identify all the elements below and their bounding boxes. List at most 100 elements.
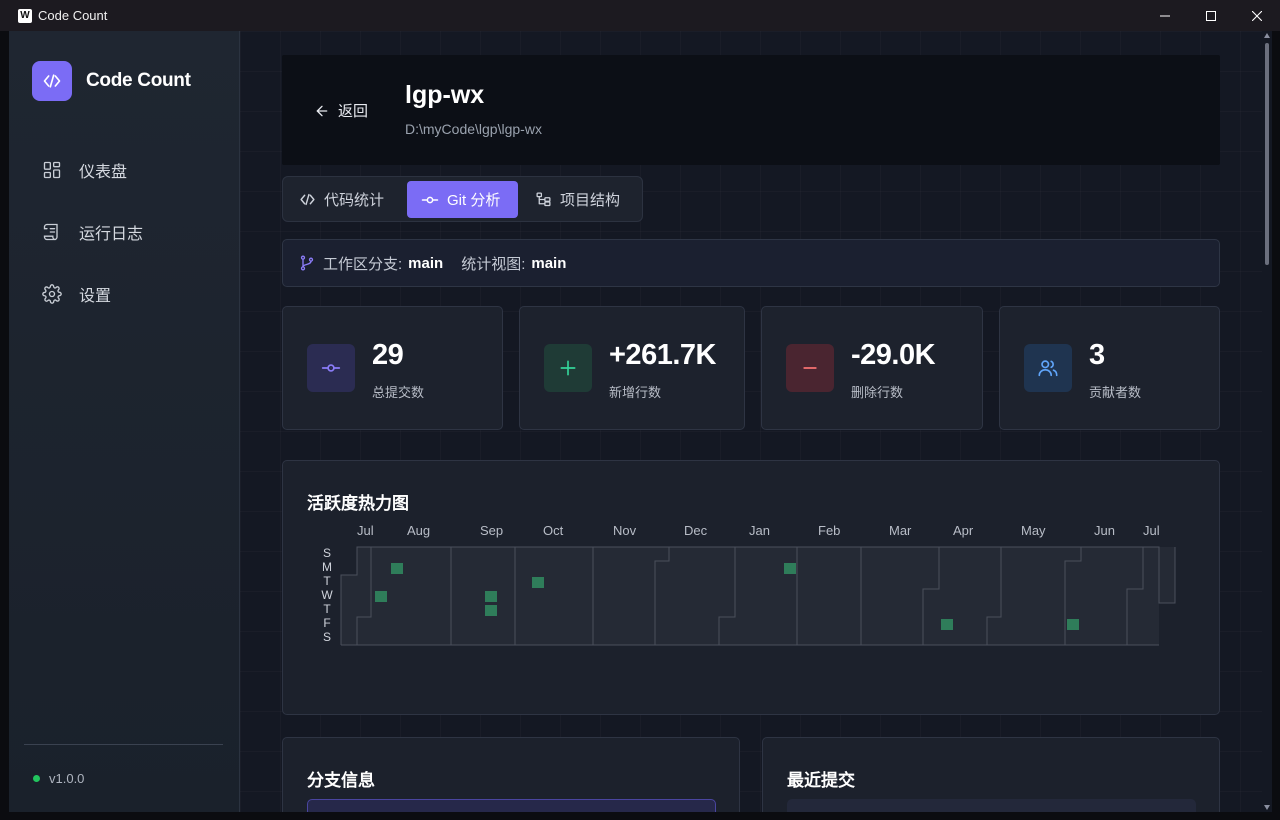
tab-project-structure[interactable]: 项目结构 [535, 181, 640, 218]
weekday-label: W [321, 588, 333, 602]
project-name: lgp-wx [405, 81, 485, 109]
tab-label: Git 分析 [447, 192, 501, 209]
activity-cell[interactable] [375, 591, 387, 602]
weekday-label: S [323, 630, 331, 644]
stat-label: 总提交数 [372, 385, 425, 400]
minus-icon [786, 344, 834, 392]
minimize-button[interactable] [1142, 0, 1188, 31]
weekday-label: M [322, 560, 332, 574]
gear-icon [42, 284, 62, 304]
stat-card-deleted-lines: -29.0K 删除行数 [761, 306, 983, 430]
window-border-bottom [0, 812, 1280, 820]
tab-label: 代码统计 [324, 192, 385, 209]
month-label: Dec [684, 523, 708, 538]
activity-heatmap: 活跃度热力图 Jul Aug Sep Oct Nov Dec Jan Feb M… [282, 460, 1220, 715]
maximize-icon [1206, 10, 1216, 21]
view-branch-label: 统计视图: [461, 255, 526, 273]
git-commit-icon [421, 196, 439, 203]
back-button[interactable]: 返回 [314, 100, 368, 121]
heatmap-grid-bg [341, 547, 1175, 645]
scroll-icon [43, 223, 58, 241]
heatmap-empty-area [341, 547, 357, 575]
weekday-label: F [323, 616, 330, 630]
window-border-right [1272, 31, 1280, 812]
stat-label: 新增行数 [609, 385, 662, 400]
month-label: Jan [749, 523, 770, 538]
window-title: Code Count [38, 8, 108, 23]
back-label: 返回 [338, 103, 369, 120]
sidebar: Code Count 仪表盘 运行日志 设置 v1.0.0 [9, 31, 240, 812]
stat-label: 删除行数 [851, 385, 904, 400]
stat-value: 3 [1089, 339, 1105, 371]
branch-list-item[interactable] [307, 799, 716, 812]
window-border-left [0, 31, 9, 812]
activity-cell[interactable] [1067, 619, 1079, 630]
commit-list-item[interactable] [787, 799, 1196, 812]
activity-cell[interactable] [532, 577, 544, 588]
stat-value: -29.0K [851, 339, 936, 371]
tree-icon [536, 192, 551, 207]
activity-cell[interactable] [391, 563, 403, 574]
month-label: Jul [357, 523, 374, 538]
month-label: Nov [613, 523, 637, 538]
project-path: D:\myCode\lgp\lgp-wx [405, 121, 542, 137]
recent-commits-title: 最近提交 [787, 771, 855, 790]
month-label: Sep [480, 523, 503, 538]
main-scrollbar[interactable] [1262, 31, 1272, 812]
sidebar-item-settings[interactable]: 设置 [42, 282, 111, 306]
branches-card: 分支信息 [282, 737, 740, 812]
close-icon [1252, 10, 1262, 21]
scroll-down-arrow-icon[interactable] [1264, 805, 1270, 810]
sidebar-item-label: 运行日志 [79, 226, 144, 243]
brand: Code Count [32, 61, 191, 101]
activity-cell[interactable] [784, 563, 796, 574]
month-label: Apr [953, 523, 974, 538]
stat-card-commits: 29 总提交数 [282, 306, 503, 430]
tab-label: 项目结构 [560, 192, 621, 209]
main-content: 返回 lgp-wx D:\myCode\lgp\lgp-wx 代码统计 Git … [240, 31, 1262, 812]
tab-git-analysis[interactable]: Git 分析 [407, 181, 518, 218]
workspace-branch-label: 工作区分支: [323, 255, 403, 273]
close-button[interactable] [1234, 0, 1280, 31]
git-commit-icon [307, 344, 355, 392]
stat-card-contributors: 3 贡献者数 [999, 306, 1220, 430]
minimize-icon [1160, 15, 1170, 16]
git-branch-icon [300, 255, 314, 271]
sidebar-item-logs[interactable]: 运行日志 [42, 220, 143, 244]
month-label: Oct [543, 523, 564, 538]
dashboard-icon [43, 161, 61, 179]
users-icon [1024, 344, 1072, 392]
stat-card-added-lines: +261.7K 新增行数 [519, 306, 745, 430]
recent-commits-card: 最近提交 [762, 737, 1220, 812]
plus-icon [544, 344, 592, 392]
view-branch-value[interactable]: main [531, 255, 566, 272]
tab-code-stats[interactable]: 代码统计 [299, 181, 409, 218]
scrollbar-thumb[interactable] [1265, 43, 1269, 265]
scroll-up-arrow-icon[interactable] [1264, 33, 1270, 38]
version-label: v1.0.0 [49, 771, 85, 786]
month-label: May [1021, 523, 1046, 538]
sidebar-divider [24, 744, 223, 745]
activity-cell[interactable] [485, 605, 497, 616]
sidebar-item-label: 设置 [79, 288, 112, 305]
weekday-label: T [323, 602, 331, 616]
maximize-button[interactable] [1188, 0, 1234, 31]
app-icon: W [18, 8, 32, 23]
status-dot [33, 775, 40, 782]
sidebar-item-dashboard[interactable]: 仪表盘 [42, 158, 127, 182]
branch-bar: 工作区分支: main 统计视图: main [282, 239, 1220, 287]
weekday-label: T [323, 574, 331, 588]
sidebar-item-label: 仪表盘 [79, 164, 128, 181]
heatmap-empty-area [1159, 603, 1175, 645]
branches-card-title: 分支信息 [307, 771, 375, 790]
activity-cell[interactable] [485, 591, 497, 602]
window-controls [1142, 0, 1280, 31]
activity-cell[interactable] [941, 619, 953, 630]
arrow-left-icon [316, 105, 328, 116]
month-label: Feb [818, 523, 840, 538]
project-header: 返回 lgp-wx D:\myCode\lgp\lgp-wx [282, 55, 1220, 165]
workspace-branch-value: main [408, 254, 444, 272]
month-label: Aug [407, 523, 430, 538]
version-info: v1.0.0 [33, 771, 84, 786]
stat-value: +261.7K [609, 339, 716, 371]
